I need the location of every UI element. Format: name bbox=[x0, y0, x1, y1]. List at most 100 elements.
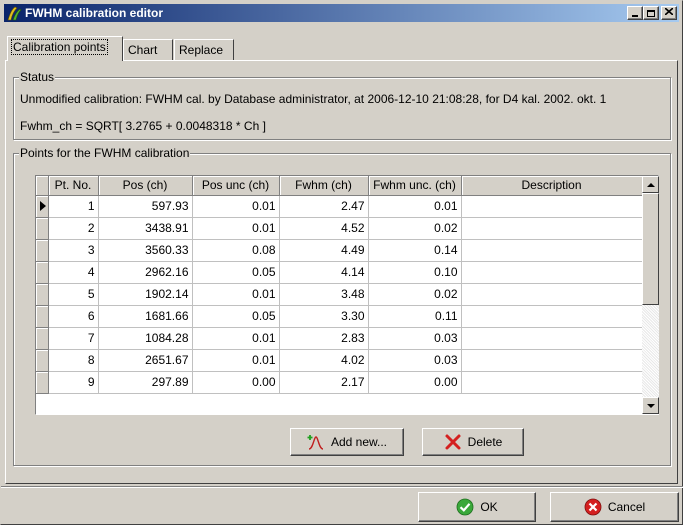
cell-pos-unc[interactable]: 0.01 bbox=[192, 349, 280, 372]
close-button[interactable] bbox=[661, 6, 677, 20]
table-row[interactable]: 1 597.93 0.01 2.47 0.01 bbox=[36, 195, 643, 218]
cell-pt-no[interactable]: 8 bbox=[48, 349, 99, 372]
cell-pt-no[interactable]: 7 bbox=[48, 327, 99, 350]
cell-pt-no[interactable]: 2 bbox=[48, 217, 99, 240]
cell-pos-unc[interactable]: 0.01 bbox=[192, 283, 280, 306]
cell-pos[interactable]: 2651.67 bbox=[98, 349, 193, 372]
row-indicator[interactable] bbox=[36, 305, 49, 328]
vertical-scrollbar[interactable] bbox=[642, 176, 659, 414]
cell-description[interactable] bbox=[461, 261, 643, 284]
column-header-description[interactable]: Description bbox=[461, 176, 643, 196]
cell-pos-unc[interactable]: 0.01 bbox=[192, 217, 280, 240]
cell-fwhm[interactable]: 3.48 bbox=[279, 283, 369, 306]
row-indicator[interactable] bbox=[36, 195, 49, 218]
cell-description[interactable] bbox=[461, 305, 643, 328]
cell-pos[interactable]: 1681.66 bbox=[98, 305, 193, 328]
cell-pt-no[interactable]: 6 bbox=[48, 305, 99, 328]
tab-replace-label: Replace bbox=[179, 43, 224, 57]
cell-pos-unc[interactable]: 0.08 bbox=[192, 239, 280, 262]
tab-chart-label: Chart bbox=[128, 43, 158, 57]
window-title: FWHM calibration editor bbox=[25, 6, 163, 20]
cell-pos-unc[interactable]: 0.01 bbox=[192, 195, 280, 218]
cell-description[interactable] bbox=[461, 371, 643, 394]
tab-replace[interactable]: Replace bbox=[174, 39, 234, 61]
scroll-down-icon bbox=[646, 403, 655, 408]
column-header-fwhm[interactable]: Fwhm (ch) bbox=[279, 176, 369, 196]
row-indicator[interactable] bbox=[36, 239, 49, 262]
row-indicator[interactable] bbox=[36, 283, 49, 306]
cell-fwhm-unc[interactable]: 0.02 bbox=[368, 217, 462, 240]
table-row[interactable]: 3 3560.33 0.08 4.49 0.14 bbox=[36, 239, 643, 262]
cell-pos[interactable]: 1902.14 bbox=[98, 283, 193, 306]
cell-pos-unc[interactable]: 0.05 bbox=[192, 261, 280, 284]
table-row[interactable]: 4 2962.16 0.05 4.14 0.10 bbox=[36, 261, 643, 284]
table-row[interactable]: 8 2651.67 0.01 4.02 0.03 bbox=[36, 349, 643, 372]
cell-description[interactable] bbox=[461, 217, 643, 240]
cell-pos-unc[interactable]: 0.00 bbox=[192, 371, 280, 394]
cell-fwhm-unc[interactable]: 0.10 bbox=[368, 261, 462, 284]
cell-description[interactable] bbox=[461, 349, 643, 372]
cell-fwhm-unc[interactable]: 0.14 bbox=[368, 239, 462, 262]
cell-pos-unc[interactable]: 0.05 bbox=[192, 305, 280, 328]
column-header-pos-unc[interactable]: Pos unc (ch) bbox=[192, 176, 280, 196]
cell-pos[interactable]: 2962.16 bbox=[98, 261, 193, 284]
table-row[interactable]: 2 3438.91 0.01 4.52 0.02 bbox=[36, 217, 643, 240]
cell-fwhm-unc[interactable]: 0.11 bbox=[368, 305, 462, 328]
title-bar[interactable]: FWHM calibration editor bbox=[4, 4, 679, 22]
status-legend: Status bbox=[19, 70, 56, 84]
cell-pos[interactable]: 297.89 bbox=[98, 371, 193, 394]
tab-chart[interactable]: Chart bbox=[123, 39, 173, 61]
scroll-thumb[interactable] bbox=[642, 193, 659, 305]
table-row[interactable]: 9 297.89 0.00 2.17 0.00 bbox=[36, 371, 643, 394]
row-indicator[interactable] bbox=[36, 327, 49, 350]
cell-fwhm-unc[interactable]: 0.03 bbox=[368, 327, 462, 350]
cell-pt-no[interactable]: 3 bbox=[48, 239, 99, 262]
tab-calibration-points[interactable]: Calibration points bbox=[7, 36, 123, 61]
table-row[interactable]: 5 1902.14 0.01 3.48 0.02 bbox=[36, 283, 643, 306]
maximize-button[interactable] bbox=[643, 6, 659, 20]
cell-fwhm[interactable]: 2.47 bbox=[279, 195, 369, 218]
column-header-pos[interactable]: Pos (ch) bbox=[98, 176, 193, 196]
cell-pt-no[interactable]: 5 bbox=[48, 283, 99, 306]
cell-fwhm-unc[interactable]: 0.00 bbox=[368, 371, 462, 394]
cell-pos[interactable]: 3560.33 bbox=[98, 239, 193, 262]
cell-pt-no[interactable]: 1 bbox=[48, 195, 99, 218]
cancel-button[interactable]: Cancel bbox=[550, 492, 679, 522]
table-row[interactable]: 6 1681.66 0.05 3.30 0.11 bbox=[36, 305, 643, 328]
row-indicator[interactable] bbox=[36, 261, 49, 284]
delete-button[interactable]: Delete bbox=[422, 428, 524, 456]
column-header-pt-no[interactable]: Pt. No. bbox=[48, 176, 99, 196]
cell-description[interactable] bbox=[461, 239, 643, 262]
cell-fwhm[interactable]: 2.83 bbox=[279, 327, 369, 350]
cell-pos[interactable]: 1084.28 bbox=[98, 327, 193, 350]
cell-fwhm-unc[interactable]: 0.02 bbox=[368, 283, 462, 306]
cell-description[interactable] bbox=[461, 327, 643, 350]
scroll-down-button[interactable] bbox=[642, 397, 659, 414]
row-indicator[interactable] bbox=[36, 217, 49, 240]
cell-fwhm[interactable]: 2.17 bbox=[279, 371, 369, 394]
cell-pos-unc[interactable]: 0.01 bbox=[192, 327, 280, 350]
cell-fwhm[interactable]: 4.14 bbox=[279, 261, 369, 284]
cell-pos[interactable]: 597.93 bbox=[98, 195, 193, 218]
table-row[interactable]: 7 1084.28 0.01 2.83 0.03 bbox=[36, 327, 643, 350]
column-header-fwhm-unc[interactable]: Fwhm unc. (ch) bbox=[368, 176, 462, 196]
minimize-button[interactable] bbox=[627, 6, 643, 20]
scroll-up-button[interactable] bbox=[642, 176, 659, 193]
row-indicator[interactable] bbox=[36, 349, 49, 372]
cell-fwhm[interactable]: 4.52 bbox=[279, 217, 369, 240]
points-grid[interactable]: Pt. No. Pos (ch) Pos unc (ch) Fwhm (ch) … bbox=[35, 175, 659, 415]
cell-fwhm[interactable]: 4.02 bbox=[279, 349, 369, 372]
cell-pos[interactable]: 3438.91 bbox=[98, 217, 193, 240]
ok-button[interactable]: OK bbox=[418, 492, 536, 522]
cell-description[interactable] bbox=[461, 195, 643, 218]
cell-pt-no[interactable]: 4 bbox=[48, 261, 99, 284]
cell-description[interactable] bbox=[461, 283, 643, 306]
cell-fwhm-unc[interactable]: 0.03 bbox=[368, 349, 462, 372]
cell-fwhm[interactable]: 4.49 bbox=[279, 239, 369, 262]
cell-fwhm[interactable]: 3.30 bbox=[279, 305, 369, 328]
row-indicator[interactable] bbox=[36, 371, 49, 394]
current-row-arrow-icon bbox=[40, 201, 46, 211]
add-new-button[interactable]: Add new... bbox=[290, 428, 404, 456]
cell-fwhm-unc[interactable]: 0.01 bbox=[368, 195, 462, 218]
cell-pt-no[interactable]: 9 bbox=[48, 371, 99, 394]
